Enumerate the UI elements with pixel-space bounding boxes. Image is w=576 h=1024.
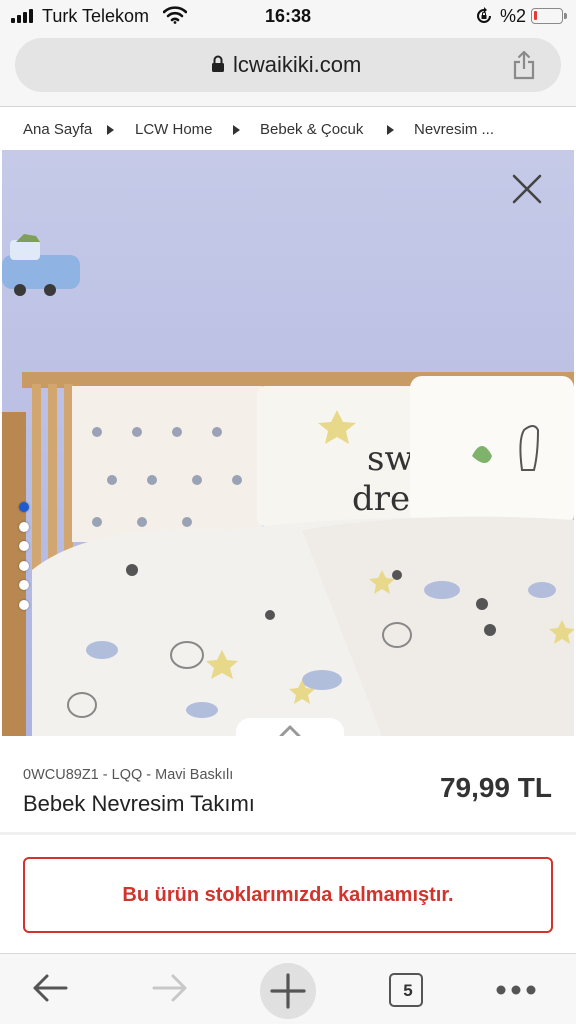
divider	[0, 832, 576, 835]
carousel-dot[interactable]	[19, 521, 29, 532]
expand-details-tab[interactable]	[236, 718, 344, 736]
back-arrow-icon[interactable]	[30, 968, 70, 1008]
battery-percentage: %2	[500, 6, 527, 26]
padlock-icon	[212, 55, 224, 72]
breadcrumb-lcw-home[interactable]: LCW Home	[135, 121, 213, 138]
product-image[interactable]: sw dre	[2, 150, 574, 736]
new-tab-button[interactable]	[260, 963, 316, 1019]
carousel-dot[interactable]	[19, 541, 29, 551]
chevron-up-icon	[279, 725, 301, 736]
breadcrumb: Ana Sayfa LCW Home Bebek & Çocuk Nevresi…	[0, 107, 576, 150]
more-options-icon[interactable]	[495, 984, 537, 996]
tabs-button[interactable]: 5	[389, 973, 423, 1007]
breadcrumb-home[interactable]: Ana Sayfa	[23, 121, 92, 138]
carousel-indicators	[19, 502, 29, 619]
carousel-dot[interactable]	[19, 560, 29, 571]
tabs-count: 5	[403, 981, 413, 1000]
out-of-stock-text: Bu ürün stoklarımızda kalmamıştır.	[122, 884, 454, 906]
browser-toolbar: 5	[0, 953, 576, 1024]
carousel-dot[interactable]	[19, 502, 29, 512]
breadcrumb-separator-icon	[233, 125, 240, 135]
share-icon[interactable]	[512, 50, 536, 80]
forward-arrow-icon[interactable]	[150, 968, 190, 1008]
orientation-lock-icon	[477, 7, 491, 23]
url-text: lcwaikiki.com	[233, 52, 362, 77]
breadcrumb-bedding[interactable]: Nevresim ...	[414, 121, 494, 138]
breadcrumb-separator-icon	[387, 125, 394, 135]
product-code: 0WCU89Z1 - LQQ - Mavi Baskılı	[23, 767, 234, 783]
out-of-stock-notice: Bu ürün stoklarımızda kalmamıştır.	[23, 857, 553, 933]
product-photo: sw dre	[2, 150, 574, 736]
plus-icon	[270, 973, 306, 1009]
product-name: Bebek Nevresim Takımı	[23, 791, 255, 816]
svg-text:dre: dre	[352, 479, 410, 519]
battery-icon	[531, 8, 567, 24]
address-bar[interactable]: lcwaikiki.com	[15, 38, 561, 92]
product-price: 79,99 TL	[439, 772, 552, 803]
carousel-dot[interactable]	[19, 599, 29, 610]
browser-address-area: lcwaikiki.com	[0, 32, 576, 106]
close-icon[interactable]	[512, 174, 542, 204]
breadcrumb-separator-icon	[107, 125, 114, 135]
status-bar: Turk Telekom 16:38 %2	[0, 0, 576, 32]
carousel-dot[interactable]	[19, 580, 29, 590]
breadcrumb-baby-kids[interactable]: Bebek & Çocuk	[260, 121, 363, 138]
svg-text:sw: sw	[367, 439, 414, 479]
